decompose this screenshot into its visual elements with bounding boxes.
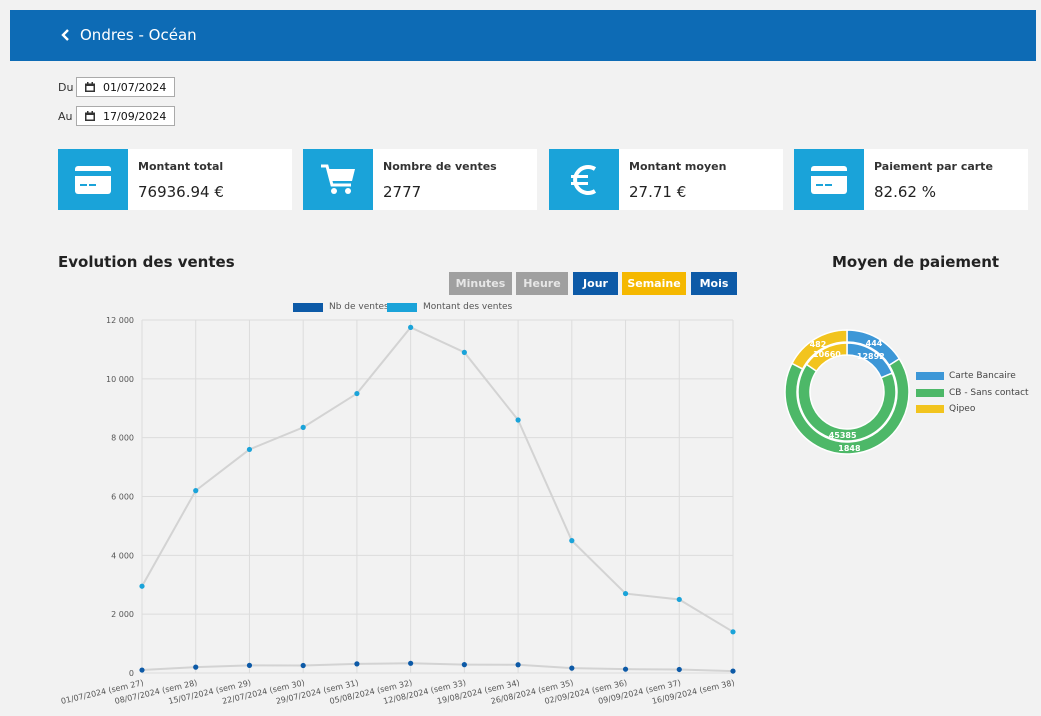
- data-point: [515, 662, 521, 668]
- data-point: [676, 596, 682, 603]
- legend-label: Qipeo: [949, 404, 976, 414]
- data-point: [354, 661, 360, 667]
- data-point: [246, 662, 253, 668]
- data-point: [408, 324, 414, 330]
- y-tick-label: 6 000: [111, 493, 134, 502]
- pie-legend-item: CB - Sans contact: [916, 388, 1029, 398]
- legend-label: Carte Bancaire: [949, 371, 1016, 381]
- y-tick-label: 10 000: [106, 375, 134, 384]
- y-tick-label: 4 000: [111, 551, 134, 560]
- data-point: [408, 660, 414, 666]
- data-point: [461, 349, 467, 355]
- data-point: [193, 664, 199, 670]
- data-point: [622, 666, 629, 672]
- data-point: [139, 583, 145, 589]
- donut-value-label: 45385: [829, 431, 857, 440]
- y-tick-label: 0: [129, 669, 134, 678]
- data-point: [193, 488, 199, 494]
- donut-value-label: 12892: [857, 352, 885, 361]
- data-point: [300, 662, 306, 669]
- legend-label: CB - Sans contact: [949, 388, 1029, 398]
- legend-swatch: [916, 372, 944, 380]
- data-point: [569, 538, 575, 544]
- y-tick-label: 12 000: [106, 316, 134, 325]
- data-point: [730, 668, 736, 674]
- data-point: [730, 629, 736, 635]
- data-point: [139, 667, 145, 673]
- y-tick-label: 8 000: [111, 434, 134, 443]
- payment-method-donut-chart: 444 1848 482 12892 45385 10660: [784, 329, 910, 455]
- donut-value-label: 482: [810, 340, 827, 349]
- data-point: [622, 590, 629, 597]
- donut-value-label: 10660: [813, 350, 841, 359]
- data-point: [300, 424, 306, 430]
- data-point: [569, 665, 575, 671]
- y-tick-label: 2 000: [111, 610, 134, 619]
- donut-value-label: 1848: [838, 444, 861, 453]
- data-point: [676, 666, 682, 673]
- data-point: [354, 390, 360, 397]
- data-point: [461, 662, 467, 668]
- data-point: [515, 417, 521, 423]
- legend-swatch: [916, 405, 944, 413]
- donut-value-label: 444: [866, 339, 883, 348]
- data-point: [246, 446, 253, 453]
- series-line: [141, 662, 734, 673]
- legend-swatch: [916, 389, 944, 397]
- pie-legend-item: Qipeo: [916, 404, 975, 414]
- series-line: [141, 326, 734, 633]
- pie-legend-item: Carte Bancaire: [916, 371, 1016, 381]
